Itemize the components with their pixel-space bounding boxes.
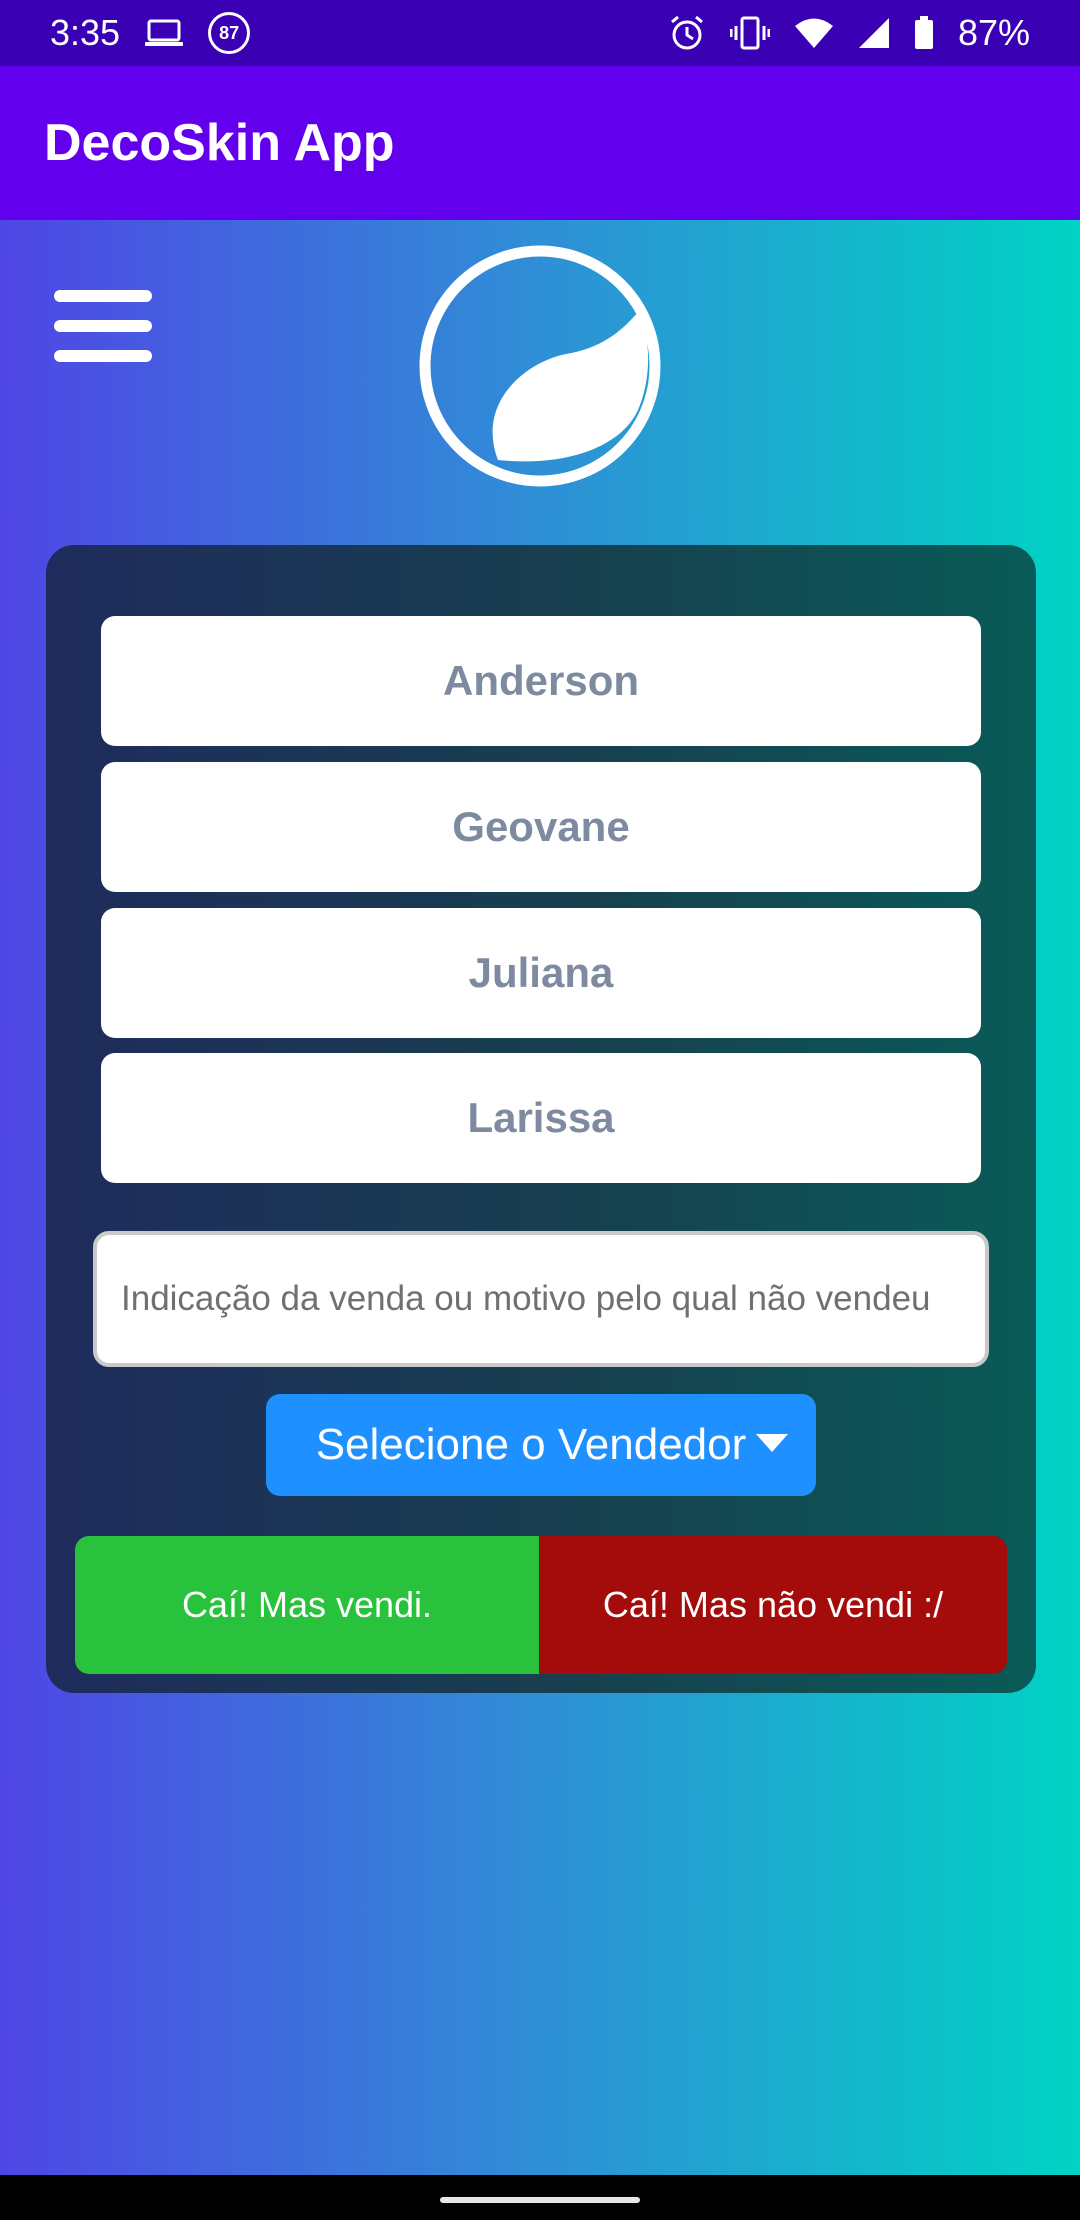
- app-logo: [416, 242, 664, 490]
- seller-select-label: Selecione o Vendedor: [315, 1420, 747, 1469]
- seller-button-juliana[interactable]: Juliana: [101, 908, 981, 1038]
- action-buttons: Caí! Mas vendi. Caí! Mas não vendi :/: [75, 1536, 1007, 1674]
- chevron-down-icon: [756, 1434, 788, 1452]
- seller-button-larissa[interactable]: Larissa: [101, 1053, 981, 1183]
- seller-select[interactable]: Selecione o Vendedor: [266, 1394, 816, 1496]
- status-left: 3:35 87: [50, 12, 251, 54]
- not-sold-button[interactable]: Caí! Mas não vendi :/: [539, 1536, 1007, 1674]
- battery-percent: 87%: [957, 12, 1030, 53]
- seller-button-geovane[interactable]: Geovane: [101, 762, 981, 892]
- laptop-icon: [144, 18, 184, 48]
- app-bar: DecoSkin App: [0, 66, 1080, 220]
- menu-icon-bar: [54, 320, 152, 332]
- menu-button[interactable]: [54, 290, 152, 362]
- status-bar: 3:35 87 87%: [0, 0, 1080, 66]
- menu-icon-bar: [54, 290, 152, 302]
- reason-input[interactable]: [93, 1231, 989, 1367]
- battery-icon: [914, 16, 934, 50]
- wifi-icon: [794, 17, 834, 49]
- alarm-icon: [668, 14, 706, 52]
- sold-button[interactable]: Caí! Mas vendi.: [75, 1536, 539, 1674]
- notification-badge: 87: [208, 12, 251, 54]
- status-right: 87%: [668, 12, 1030, 54]
- seller-button-anderson[interactable]: Anderson: [101, 616, 981, 746]
- home-gesture-handle[interactable]: [440, 2197, 640, 2203]
- vibrate-icon: [729, 16, 770, 50]
- main-content: Anderson Geovane Juliana Larissa Selecio…: [0, 220, 1080, 2175]
- signal-icon: [858, 17, 890, 49]
- navigation-bar: [0, 2175, 1080, 2220]
- menu-icon-bar: [54, 350, 152, 362]
- status-time: 3:35: [50, 12, 121, 53]
- app-title: DecoSkin App: [44, 114, 395, 172]
- sales-card: Anderson Geovane Juliana Larissa Selecio…: [46, 545, 1036, 1693]
